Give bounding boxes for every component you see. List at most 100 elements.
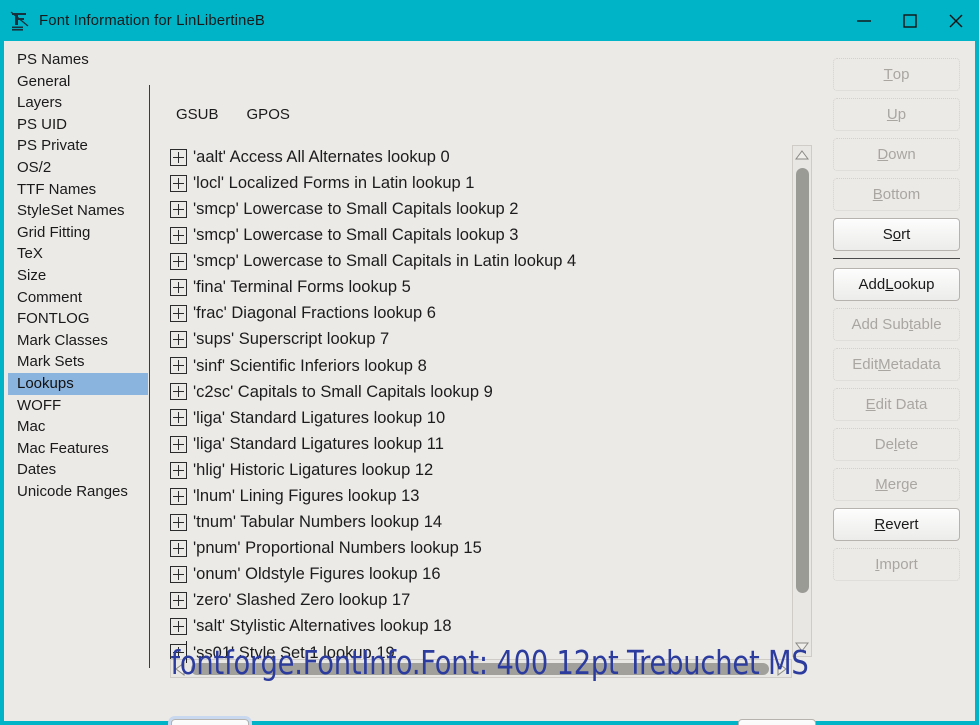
expand-plus-icon[interactable] [170,383,187,401]
lookup-row[interactable]: 'tnum' Tabular Numbers lookup 14 [170,509,576,535]
sidebar-item-mark-classes[interactable]: Mark Classes [8,330,148,352]
sidebar-item-label: Layers [17,94,63,112]
lookup-label: 'salt' Stylistic Alternatives lookup 18 [193,617,452,636]
sidebar-item-layers[interactable]: Layers [8,92,148,114]
sort-button[interactable]: So rt [833,218,960,251]
title-bar: Font Information for LinLibertineB [0,0,979,41]
lookup-row[interactable]: 'sinf' Scientific Inferiors lookup 8 [170,353,576,379]
sidebar-item-label: Comment [17,288,83,306]
expand-plus-icon[interactable] [170,539,187,557]
tab-gpos[interactable]: GPOS [247,106,290,123]
sidebar-item-mac[interactable]: Mac [8,416,148,438]
sidebar-item-ps-private[interactable]: PS Private [8,135,148,157]
down-button: Down [833,138,960,171]
sidebar-item-label: Mark Sets [17,353,85,371]
sidebar-divider [149,85,150,668]
tab-gsub[interactable]: GSUB [176,106,219,123]
sidebar-item-label: TTF Names [17,180,97,198]
lookup-list-horizontal-scrollbar[interactable] [170,659,792,678]
expand-plus-icon[interactable] [170,618,187,636]
lookup-row[interactable]: 'c2sc' Capitals to Small Capitals lookup… [170,379,576,405]
expand-plus-icon[interactable] [170,513,187,531]
scroll-down-icon[interactable] [793,639,811,655]
sidebar-item-ttf-names[interactable]: TTF Names [8,179,148,201]
sidebar-item-styleset-names[interactable]: StyleSet Names [8,200,148,222]
lookup-row[interactable]: 'lnum' Lining Figures lookup 13 [170,483,576,509]
lookup-row[interactable]: 'fina' Terminal Forms lookup 5 [170,274,576,300]
lookup-row[interactable]: 'zero' Slashed Zero lookup 17 [170,588,576,614]
minimize-icon[interactable] [841,0,887,41]
sidebar-item-size[interactable]: Size [8,265,148,287]
expand-plus-icon[interactable] [170,305,187,323]
sidebar-item-label: OS/2 [17,158,52,176]
sidebar-item-grid-fitting[interactable]: Grid Fitting [8,222,148,244]
expand-plus-icon[interactable] [170,226,187,244]
lookup-row[interactable]: 'salt' Stylistic Alternatives lookup 18 [170,614,576,640]
expand-plus-icon[interactable] [170,566,187,584]
lookup-row[interactable]: 'frac' Diagonal Fractions lookup 6 [170,301,576,327]
sidebar-item-label: PS UID [17,115,68,133]
lookup-row[interactable]: 'pnum' Proportional Numbers lookup 15 [170,535,576,561]
sidebar-item-label: Lookups [17,374,74,392]
lookup-row[interactable]: 'liga' Standard Ligatures lookup 11 [170,431,576,457]
lookups-panel: GSUB GPOS 'aalt' Access All Alternates lo… [156,41,816,681]
lookup-row[interactable]: 'aalt' Access All Alternates lookup 0 [170,144,576,170]
sidebar-item-woff[interactable]: WOFF [8,395,148,417]
sidebar-item-ps-names[interactable]: PS Names [8,49,148,71]
add-lookup-button[interactable]: Add Lookup [833,268,960,301]
lookup-label: 'tnum' Tabular Numbers lookup 14 [193,513,443,532]
ok-button[interactable]: OK [168,716,252,725]
lookup-row[interactable]: 'liga' Standard Ligatures lookup 10 [170,405,576,431]
sidebar-item-lookups[interactable]: Lookups [8,372,148,395]
sidebar-item-unicode-ranges[interactable]: Unicode Ranges [8,481,148,503]
revert-button[interactable]: Revert [833,508,960,541]
scroll-left-icon[interactable] [172,661,188,676]
sidebar-item-general[interactable]: General [8,71,148,93]
horizontal-scroll-thumb[interactable] [191,663,769,675]
lookup-row[interactable]: 'sups' Superscript lookup 7 [170,327,576,353]
sidebar-item-tex[interactable]: TeX [8,243,148,265]
lookup-row[interactable]: 'onum' Oldstyle Figures lookup 16 [170,562,576,588]
sidebar-item-fontlog[interactable]: FONTLOG [8,308,148,330]
sidebar-item-ps-uid[interactable]: PS UID [8,114,148,136]
sidebar-item-comment[interactable]: Comment [8,287,148,309]
section-list[interactable]: PS Names General Layers PS UID PS Private OS/… [8,49,148,639]
scroll-up-icon[interactable] [793,147,811,163]
expand-plus-icon[interactable] [170,252,187,270]
lookup-row[interactable]: 'smcp' Lowercase to Small Capitals looku… [170,196,576,222]
font-info-window: Font Information for LinLibertineB PS Na… [0,0,979,725]
lookup-row[interactable]: 'smcp' Lowercase to Small Capitals looku… [170,222,576,248]
maximize-icon[interactable] [887,0,933,41]
lookup-list[interactable]: 'aalt' Access All Alternates lookup 0 'lo… [170,144,814,672]
cancel-button[interactable]: Cancel [738,719,816,725]
scroll-right-icon[interactable] [774,661,790,676]
lookup-row[interactable]: 'hlig' Historic Ligatures lookup 12 [170,457,576,483]
expand-plus-icon[interactable] [170,357,187,375]
lookup-label: 'liga' Standard Ligatures lookup 10 [193,408,446,427]
close-icon[interactable] [933,0,979,41]
expand-plus-icon[interactable] [170,592,187,610]
vertical-scroll-thumb[interactable] [796,168,809,593]
expand-plus-icon[interactable] [170,435,187,453]
expand-plus-icon[interactable] [170,331,187,349]
lookup-list-vertical-scrollbar[interactable] [792,145,812,657]
expand-plus-icon[interactable] [170,409,187,427]
expand-plus-icon[interactable] [170,148,187,166]
expand-plus-icon[interactable] [170,174,187,192]
sidebar-item-os-2[interactable]: OS/2 [8,157,148,179]
expand-plus-icon[interactable] [170,487,187,505]
sidebar-item-label: PS Names [17,51,89,68]
sidebar-item-label: Mark Classes [17,331,108,349]
sidebar-item-mark-sets[interactable]: Mark Sets [8,351,148,373]
sidebar-item-dates[interactable]: Dates [8,459,148,481]
sidebar-item-label: Unicode Ranges [17,482,128,500]
sidebar-item-mac-features[interactable]: Mac Features [8,438,148,460]
table-tabs[interactable]: GSUB GPOS [176,106,290,123]
expand-plus-icon[interactable] [170,279,187,297]
sidebar-item-label: FONTLOG [17,310,90,328]
edit-data-button: Edit Data [833,388,960,421]
expand-plus-icon[interactable] [170,200,187,218]
lookup-row[interactable]: 'locl' Localized Forms in Latin lookup 1 [170,170,576,196]
lookup-row[interactable]: 'smcp' Lowercase to Small Capitals in La… [170,248,576,274]
expand-plus-icon[interactable] [170,461,187,479]
